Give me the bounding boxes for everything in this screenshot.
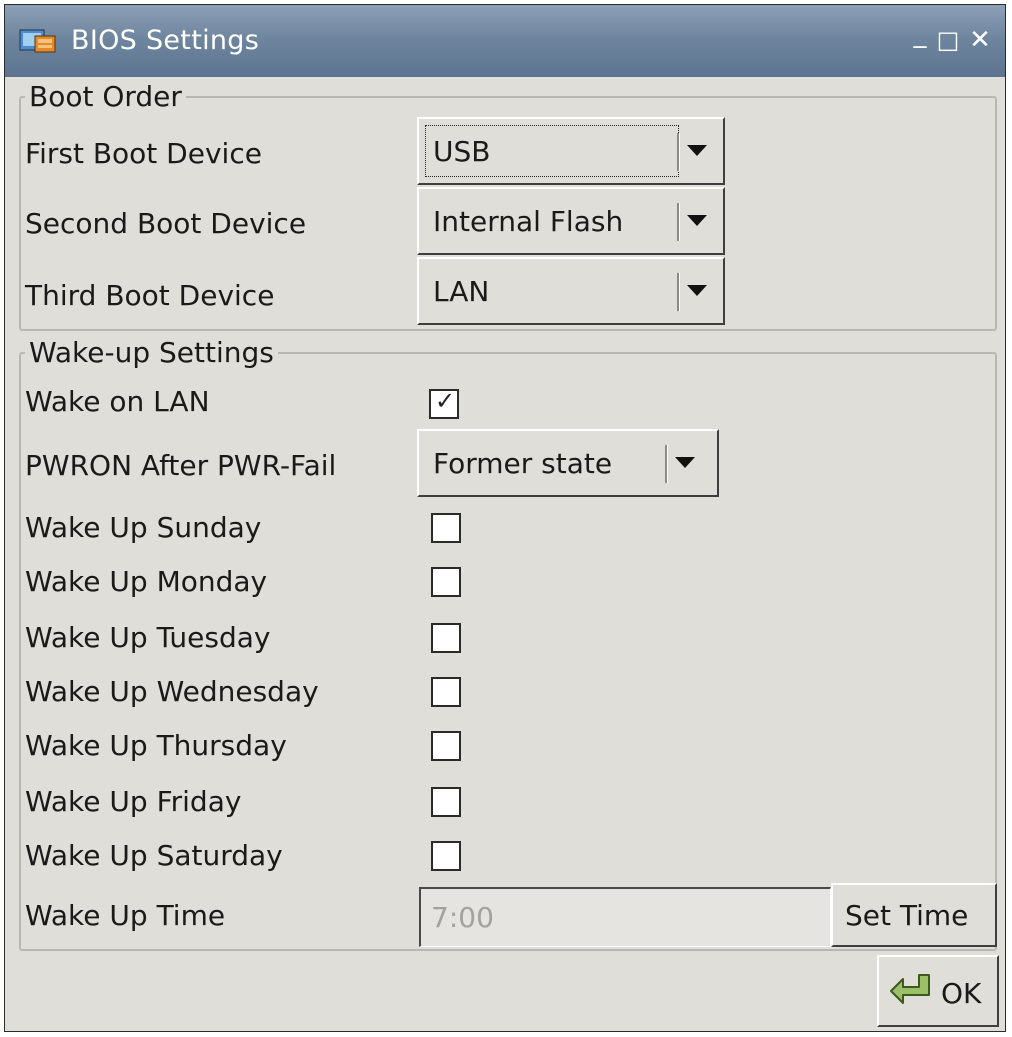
wake-up-wednesday-checkbox[interactable] bbox=[431, 677, 461, 707]
ok-button-label: OK bbox=[941, 977, 982, 1010]
wake-up-saturday-label: Wake Up Saturday bbox=[25, 839, 283, 872]
dialog-content: Boot Order First Boot Device USB Second … bbox=[5, 77, 1005, 1031]
wake-up-friday-checkbox[interactable] bbox=[431, 787, 461, 817]
wake-on-lan-label: Wake on LAN bbox=[25, 385, 210, 418]
pwron-after-pwr-fail-select[interactable]: Former state bbox=[417, 429, 719, 497]
third-boot-device-label: Third Boot Device bbox=[25, 279, 275, 312]
first-boot-device-label: First Boot Device bbox=[25, 137, 262, 170]
first-boot-device-select[interactable]: USB bbox=[417, 117, 725, 185]
maximize-button[interactable]: □ bbox=[933, 25, 963, 55]
combo-separator bbox=[665, 445, 668, 483]
set-time-button-label: Set Time bbox=[845, 899, 969, 932]
boot-order-legend: Boot Order bbox=[29, 80, 182, 113]
ok-button[interactable]: OK bbox=[877, 955, 999, 1027]
wake-up-monday-checkbox[interactable] bbox=[431, 567, 461, 597]
wake-up-time-label: Wake Up Time bbox=[25, 899, 226, 932]
second-boot-device-value: Internal Flash bbox=[433, 205, 624, 238]
chevron-down-icon bbox=[687, 145, 707, 156]
wake-up-tuesday-checkbox[interactable] bbox=[431, 623, 461, 653]
minimize-button[interactable]: _ bbox=[905, 19, 935, 49]
wake-up-saturday-checkbox[interactable] bbox=[431, 841, 461, 871]
wake-up-monday-label: Wake Up Monday bbox=[25, 565, 268, 598]
wake-on-lan-checkbox[interactable]: ✓ bbox=[429, 387, 459, 419]
wakeup-settings-legend: Wake-up Settings bbox=[29, 336, 274, 369]
pwron-after-pwr-fail-value: Former state bbox=[433, 447, 613, 480]
wake-up-friday-label: Wake Up Friday bbox=[25, 785, 242, 818]
enter-arrow-icon bbox=[890, 974, 930, 1004]
chevron-down-icon bbox=[675, 457, 695, 468]
bios-settings-window: BIOS Settings _ □ ✕ Boot Order First Boo… bbox=[4, 4, 1006, 1032]
first-boot-device-value: USB bbox=[433, 135, 491, 168]
app-icon bbox=[19, 29, 56, 53]
combo-separator bbox=[677, 133, 680, 171]
wake-up-thursday-label: Wake Up Thursday bbox=[25, 729, 287, 762]
set-time-button[interactable]: Set Time bbox=[831, 883, 997, 947]
combo-separator bbox=[677, 273, 680, 311]
wake-up-tuesday-label: Wake Up Tuesday bbox=[25, 621, 271, 654]
chevron-down-icon bbox=[687, 215, 707, 226]
pwron-after-pwr-fail-label: PWRON After PWR-Fail bbox=[25, 449, 337, 482]
second-boot-device-select[interactable]: Internal Flash bbox=[417, 187, 725, 255]
wake-up-sunday-checkbox[interactable] bbox=[431, 513, 461, 543]
chevron-down-icon bbox=[687, 285, 707, 296]
wake-up-time-value: 7:00 bbox=[431, 901, 494, 934]
third-boot-device-select[interactable]: LAN bbox=[417, 257, 725, 325]
window-title: BIOS Settings bbox=[71, 25, 260, 56]
wake-up-sunday-label: Wake Up Sunday bbox=[25, 511, 262, 544]
wake-up-wednesday-label: Wake Up Wednesday bbox=[25, 675, 319, 708]
checkmark-icon: ✓ bbox=[435, 387, 456, 415]
combo-separator bbox=[677, 203, 680, 241]
close-button[interactable]: ✕ bbox=[965, 25, 995, 55]
wake-up-time-field[interactable]: 7:00 bbox=[419, 887, 831, 947]
second-boot-device-label: Second Boot Device bbox=[25, 207, 307, 240]
title-bar[interactable]: BIOS Settings _ □ ✕ bbox=[5, 5, 1005, 77]
third-boot-device-value: LAN bbox=[433, 275, 490, 308]
wake-up-thursday-checkbox[interactable] bbox=[431, 731, 461, 761]
